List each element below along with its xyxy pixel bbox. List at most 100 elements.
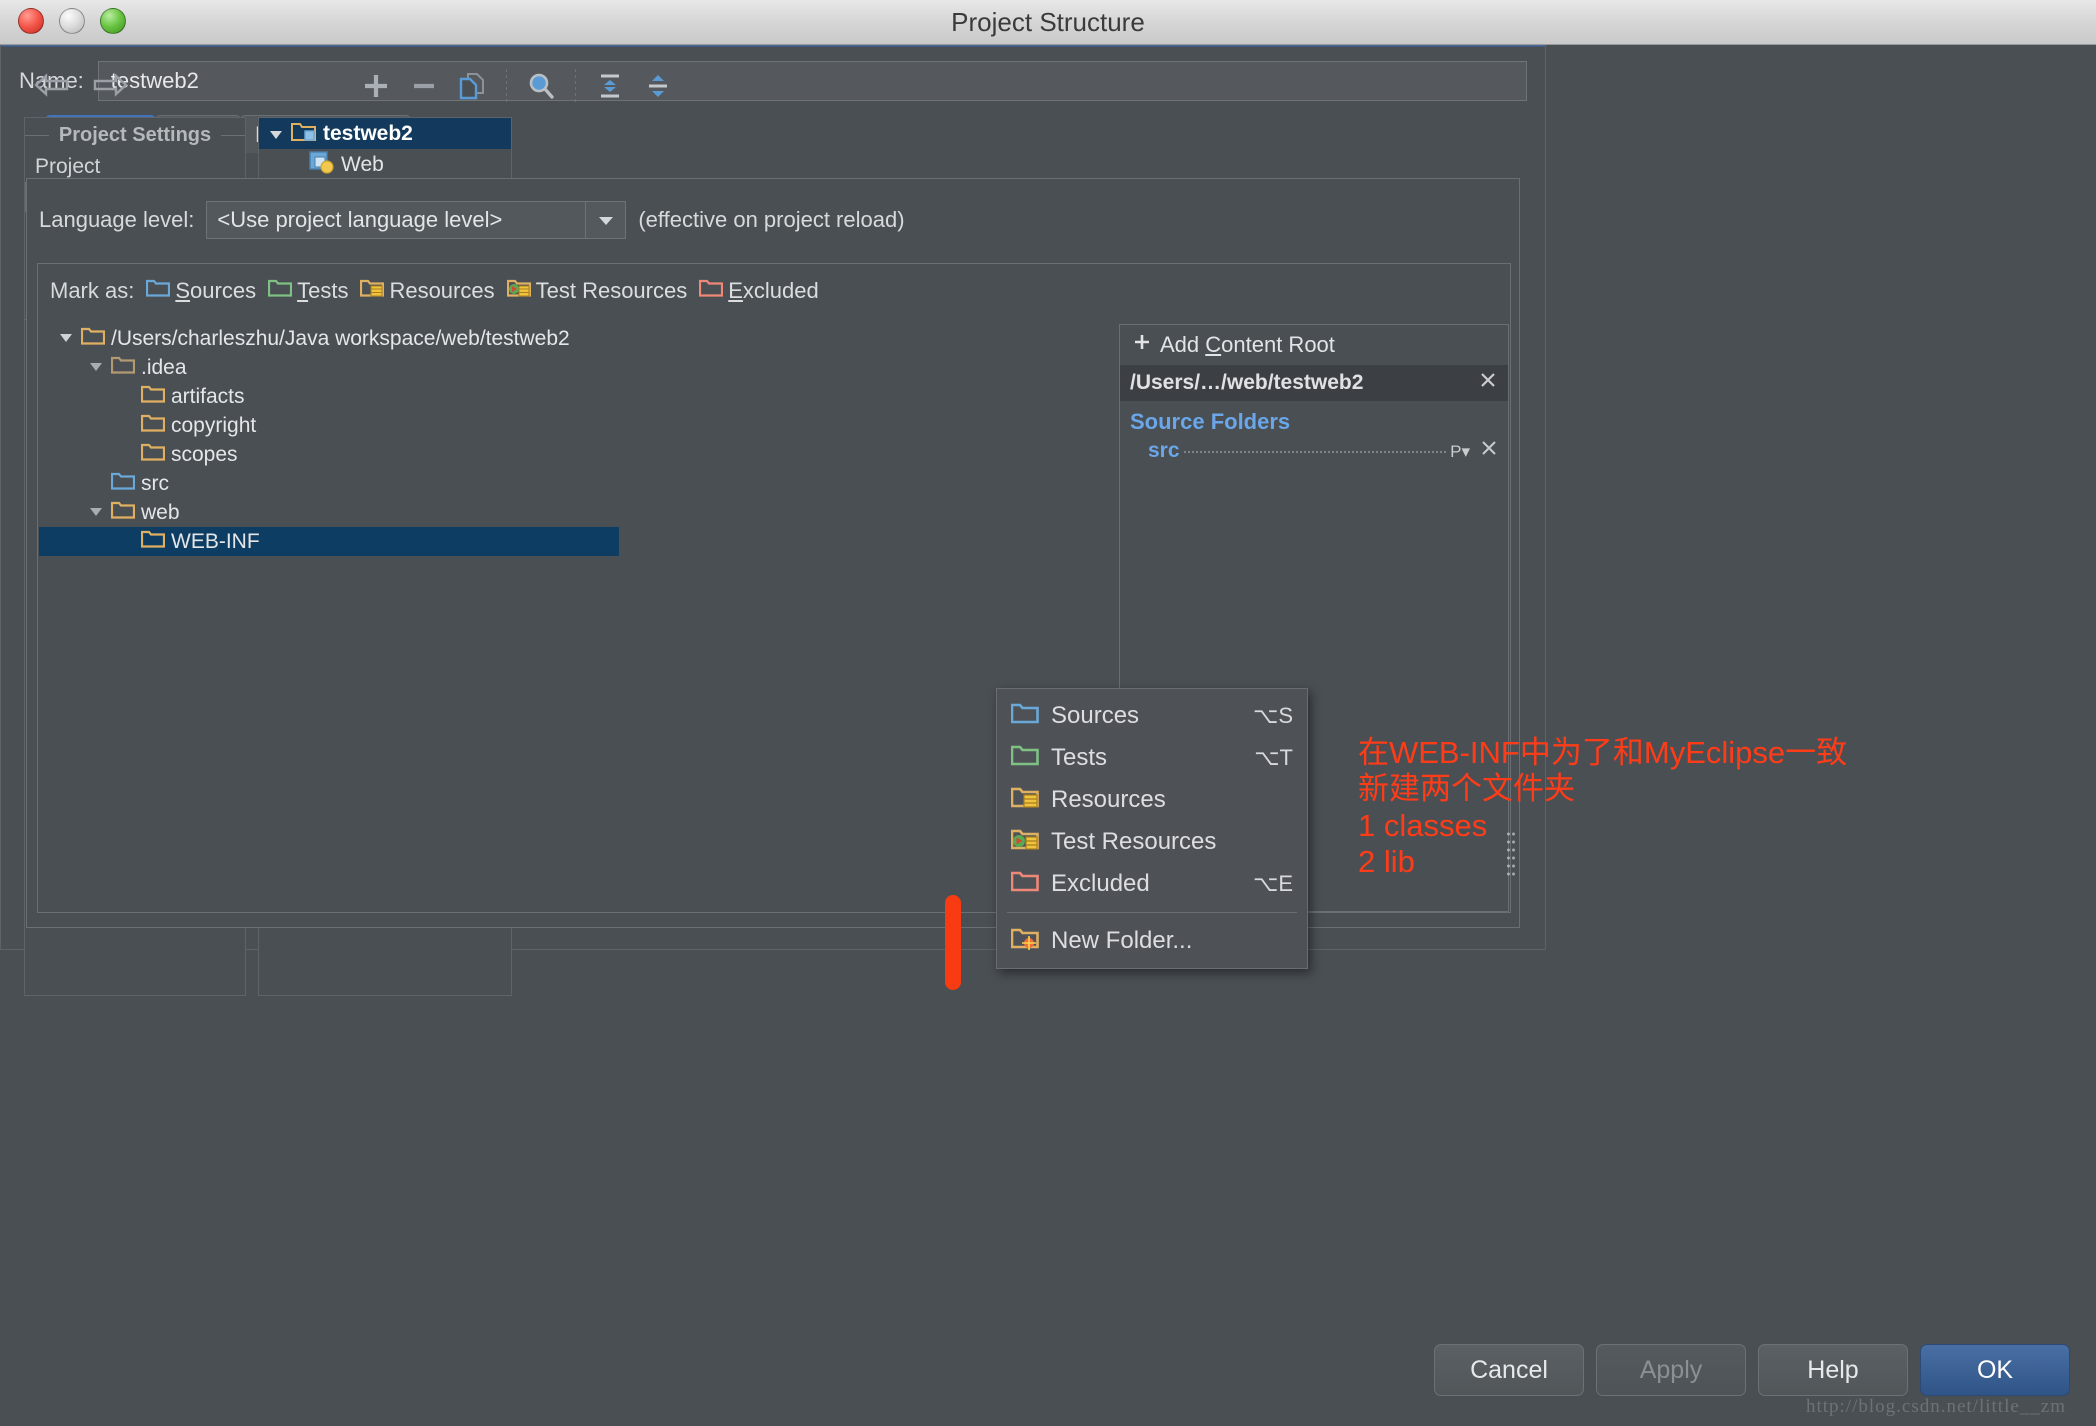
context-menu-item-sources[interactable]: Sources ⌥S — [997, 695, 1307, 737]
mark-as-resources-label: Resources — [389, 278, 495, 303]
tree-label-content-root: /Users/charleszhu/Java workspace/web/tes… — [111, 326, 570, 350]
forward-arrow-icon[interactable] — [92, 70, 128, 100]
copy-icon[interactable] — [448, 66, 496, 106]
close-icon[interactable] — [1480, 439, 1498, 462]
folder-icon — [140, 384, 166, 410]
test-resources-folder-icon — [506, 278, 531, 304]
tree-label-web-inf: WEB-INF — [171, 529, 260, 553]
tree-row-artifacts[interactable]: artifacts — [39, 382, 899, 411]
module-web-label: Web — [341, 152, 384, 176]
source-folders-title: Source Folders — [1130, 409, 1291, 434]
tree-row-copyright[interactable]: copyright — [39, 411, 899, 440]
tree-row-src[interactable]: src — [39, 469, 899, 498]
cancel-button[interactable]: Cancel — [1434, 1344, 1584, 1396]
chevron-down-icon[interactable] — [585, 202, 626, 238]
close-icon[interactable] — [1478, 370, 1498, 396]
module-name: testweb2 — [323, 121, 413, 145]
mark-as-tests-button[interactable]: Tests — [267, 278, 349, 304]
mark-as-sources-label: Sources — [175, 278, 257, 303]
context-menu-shortcut-sources: ⌥S — [1252, 703, 1293, 728]
sources-folder-icon — [146, 278, 171, 304]
mark-as-test-resources-button[interactable]: Test Resources — [506, 278, 688, 304]
mark-as-resources-button[interactable]: Resources — [360, 278, 495, 304]
context-menu-separator — [1007, 912, 1297, 913]
add-icon[interactable] — [352, 66, 400, 106]
folder-icon — [140, 529, 166, 555]
module-name-input[interactable]: testweb2 — [97, 61, 1527, 101]
sources-folder-icon — [110, 471, 136, 497]
tree-label-idea: .idea — [141, 355, 187, 379]
context-menu-label-test-resources: Test Resources — [1051, 828, 1217, 855]
context-menu-shortcut-excluded: ⌥E — [1252, 871, 1293, 896]
help-button[interactable]: Help — [1758, 1344, 1908, 1396]
dotted-leader — [1183, 451, 1447, 453]
language-level-row: Language level: <Use project language le… — [27, 179, 1519, 239]
mark-as-excluded-button[interactable]: Excluded — [699, 278, 819, 304]
mark-as-test-resources-label: Test Resources — [535, 278, 688, 303]
folder-icon — [80, 326, 106, 352]
source-folder-name: src — [1148, 439, 1180, 462]
tree-row-idea[interactable]: .idea — [39, 353, 899, 382]
chinese-annotation-text: 在WEB-INF中为了和MyEclipse一致 新建两个文件夹 1 classe… — [1358, 735, 1848, 879]
context-menu-label-sources: Sources — [1051, 702, 1140, 729]
toolbar-separator-2 — [575, 69, 576, 103]
context-menu-label-resources: Resources — [1051, 786, 1166, 813]
add-content-root-button[interactable]: Add Content Root — [1120, 325, 1508, 365]
tree-row-content-root[interactable]: /Users/charleszhu/Java workspace/web/tes… — [39, 324, 899, 353]
expand-triangle-icon[interactable] — [87, 356, 105, 380]
mark-as-label: Mark as: — [50, 278, 135, 303]
context-menu-item-resources[interactable]: Resources — [997, 779, 1307, 821]
mark-as-context-menu: Sources ⌥S Tests ⌥T Resources Test Resou… — [996, 688, 1308, 969]
context-menu-item-tests[interactable]: Tests ⌥T — [997, 737, 1307, 779]
resources-folder-icon — [1010, 786, 1039, 814]
content-root-path: /Users/…/web/testweb2 — [1130, 371, 1364, 394]
module-row-testweb2[interactable]: testweb2 — [259, 118, 511, 149]
watermark: http://blog.csdn.net/little__zm — [1805, 1396, 2066, 1417]
collapse-all-icon[interactable] — [634, 66, 682, 106]
language-level-select[interactable]: <Use project language level> — [206, 201, 627, 239]
folder-icon — [140, 413, 166, 439]
back-arrow-icon[interactable] — [34, 70, 70, 100]
tree-label-artifacts: artifacts — [171, 384, 245, 408]
context-menu-item-excluded[interactable]: Excluded ⌥E — [997, 863, 1307, 905]
excluded-folder-icon — [1010, 870, 1039, 898]
apply-button[interactable]: Apply — [1596, 1344, 1746, 1396]
plus-icon — [1132, 332, 1152, 358]
navigation-arrows — [34, 70, 128, 100]
mark-as-tests-label: Tests — [297, 278, 349, 303]
source-folder-row-src[interactable]: src P▾ — [1120, 435, 1508, 463]
context-menu-label-tests: Tests — [1051, 744, 1108, 771]
tree-label-copyright: copyright — [171, 413, 257, 437]
expand-all-icon[interactable] — [586, 66, 634, 106]
ok-button[interactable]: OK — [1920, 1344, 2070, 1396]
dialog-button-row: Cancel Apply Help OK — [1434, 1344, 2070, 1396]
context-menu-item-test-resources[interactable]: Test Resources — [997, 821, 1307, 863]
red-vertical-bar-marker — [945, 895, 961, 990]
language-level-value: <Use project language level> — [217, 207, 503, 232]
remove-icon[interactable] — [400, 66, 448, 106]
module-row-web[interactable]: Web — [259, 149, 511, 180]
test-resources-folder-icon — [1010, 828, 1039, 856]
zoom-button[interactable] — [100, 8, 126, 34]
package-prefix-icon[interactable]: P▾ — [1450, 442, 1470, 462]
mark-as-sources-button[interactable]: Sources — [146, 278, 256, 304]
context-menu-item-new-folder[interactable]: New Folder... — [997, 920, 1307, 962]
expand-triangle-icon[interactable] — [87, 501, 105, 525]
minimize-button[interactable] — [59, 8, 85, 34]
content-root-entry[interactable]: /Users/…/web/testweb2 — [1120, 365, 1508, 401]
search-icon[interactable] — [517, 66, 565, 106]
tests-folder-icon — [267, 278, 293, 304]
toolbar-separator — [506, 69, 507, 103]
expand-triangle-icon[interactable] — [267, 125, 285, 143]
module-name-row: Name: testweb2 — [1, 47, 1545, 101]
window-title: Project Structure — [951, 7, 1145, 37]
close-button[interactable] — [18, 8, 44, 34]
tree-row-scopes[interactable]: scopes — [39, 440, 899, 469]
folder-icon — [140, 442, 166, 468]
window-titlebar: Project Structure — [0, 0, 2096, 45]
tree-row-web-inf[interactable]: WEB-INF — [39, 527, 619, 556]
tree-row-web[interactable]: web — [39, 498, 899, 527]
mark-as-excluded-label: Excluded — [728, 278, 819, 303]
expand-triangle-icon[interactable] — [57, 327, 75, 351]
new-folder-icon — [1010, 927, 1039, 955]
